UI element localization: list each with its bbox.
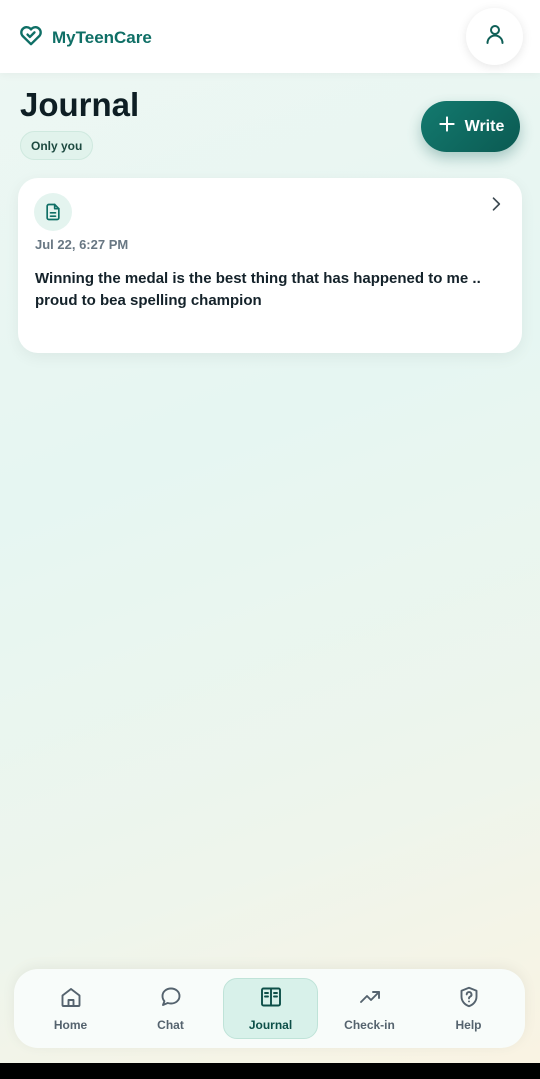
home-icon <box>59 985 83 1014</box>
profile-button[interactable] <box>466 8 523 65</box>
shield-question-icon <box>457 985 481 1014</box>
nav-item-help[interactable]: Help <box>421 978 516 1039</box>
nav-item-home[interactable]: Home <box>23 978 118 1039</box>
book-open-icon <box>259 985 283 1014</box>
nav-item-chat[interactable]: Chat <box>123 978 218 1039</box>
nav-label: Chat <box>157 1018 184 1032</box>
entry-text: Winning the medal is the best thing that… <box>35 270 481 309</box>
write-button[interactable]: Write <box>421 101 520 152</box>
chevron-right-icon[interactable] <box>486 194 506 214</box>
app-header: MyTeenCare <box>0 0 540 73</box>
nav-label: Home <box>53 1018 88 1032</box>
nav-label: Check-in <box>344 1018 395 1032</box>
plus-icon <box>437 114 457 139</box>
document-icon <box>34 193 72 231</box>
privacy-badge: Only you <box>20 131 94 160</box>
page-title: Journal <box>20 86 140 123</box>
bottom-navigation: Home Chat Journal Check-in Help <box>14 969 525 1048</box>
write-button-label: Write <box>464 117 505 135</box>
heart-check-icon <box>18 22 44 53</box>
chat-bubble-icon <box>159 985 183 1014</box>
system-nav-bar <box>0 1063 540 1079</box>
user-icon <box>483 22 507 51</box>
app-name: MyTeenCare <box>52 27 152 47</box>
brand[interactable]: MyTeenCare <box>18 22 152 53</box>
nav-label: Help <box>455 1018 482 1032</box>
nav-item-journal[interactable]: Journal <box>223 978 318 1039</box>
nav-label: Journal <box>248 1018 293 1032</box>
journal-entry-card[interactable]: Jul 22, 6:27 PM Winning the medal is the… <box>18 178 522 353</box>
entry-date: Jul 22, 6:27 PM <box>35 237 129 252</box>
nav-item-check-in[interactable]: Check-in <box>322 978 417 1039</box>
trend-up-icon <box>358 985 382 1014</box>
